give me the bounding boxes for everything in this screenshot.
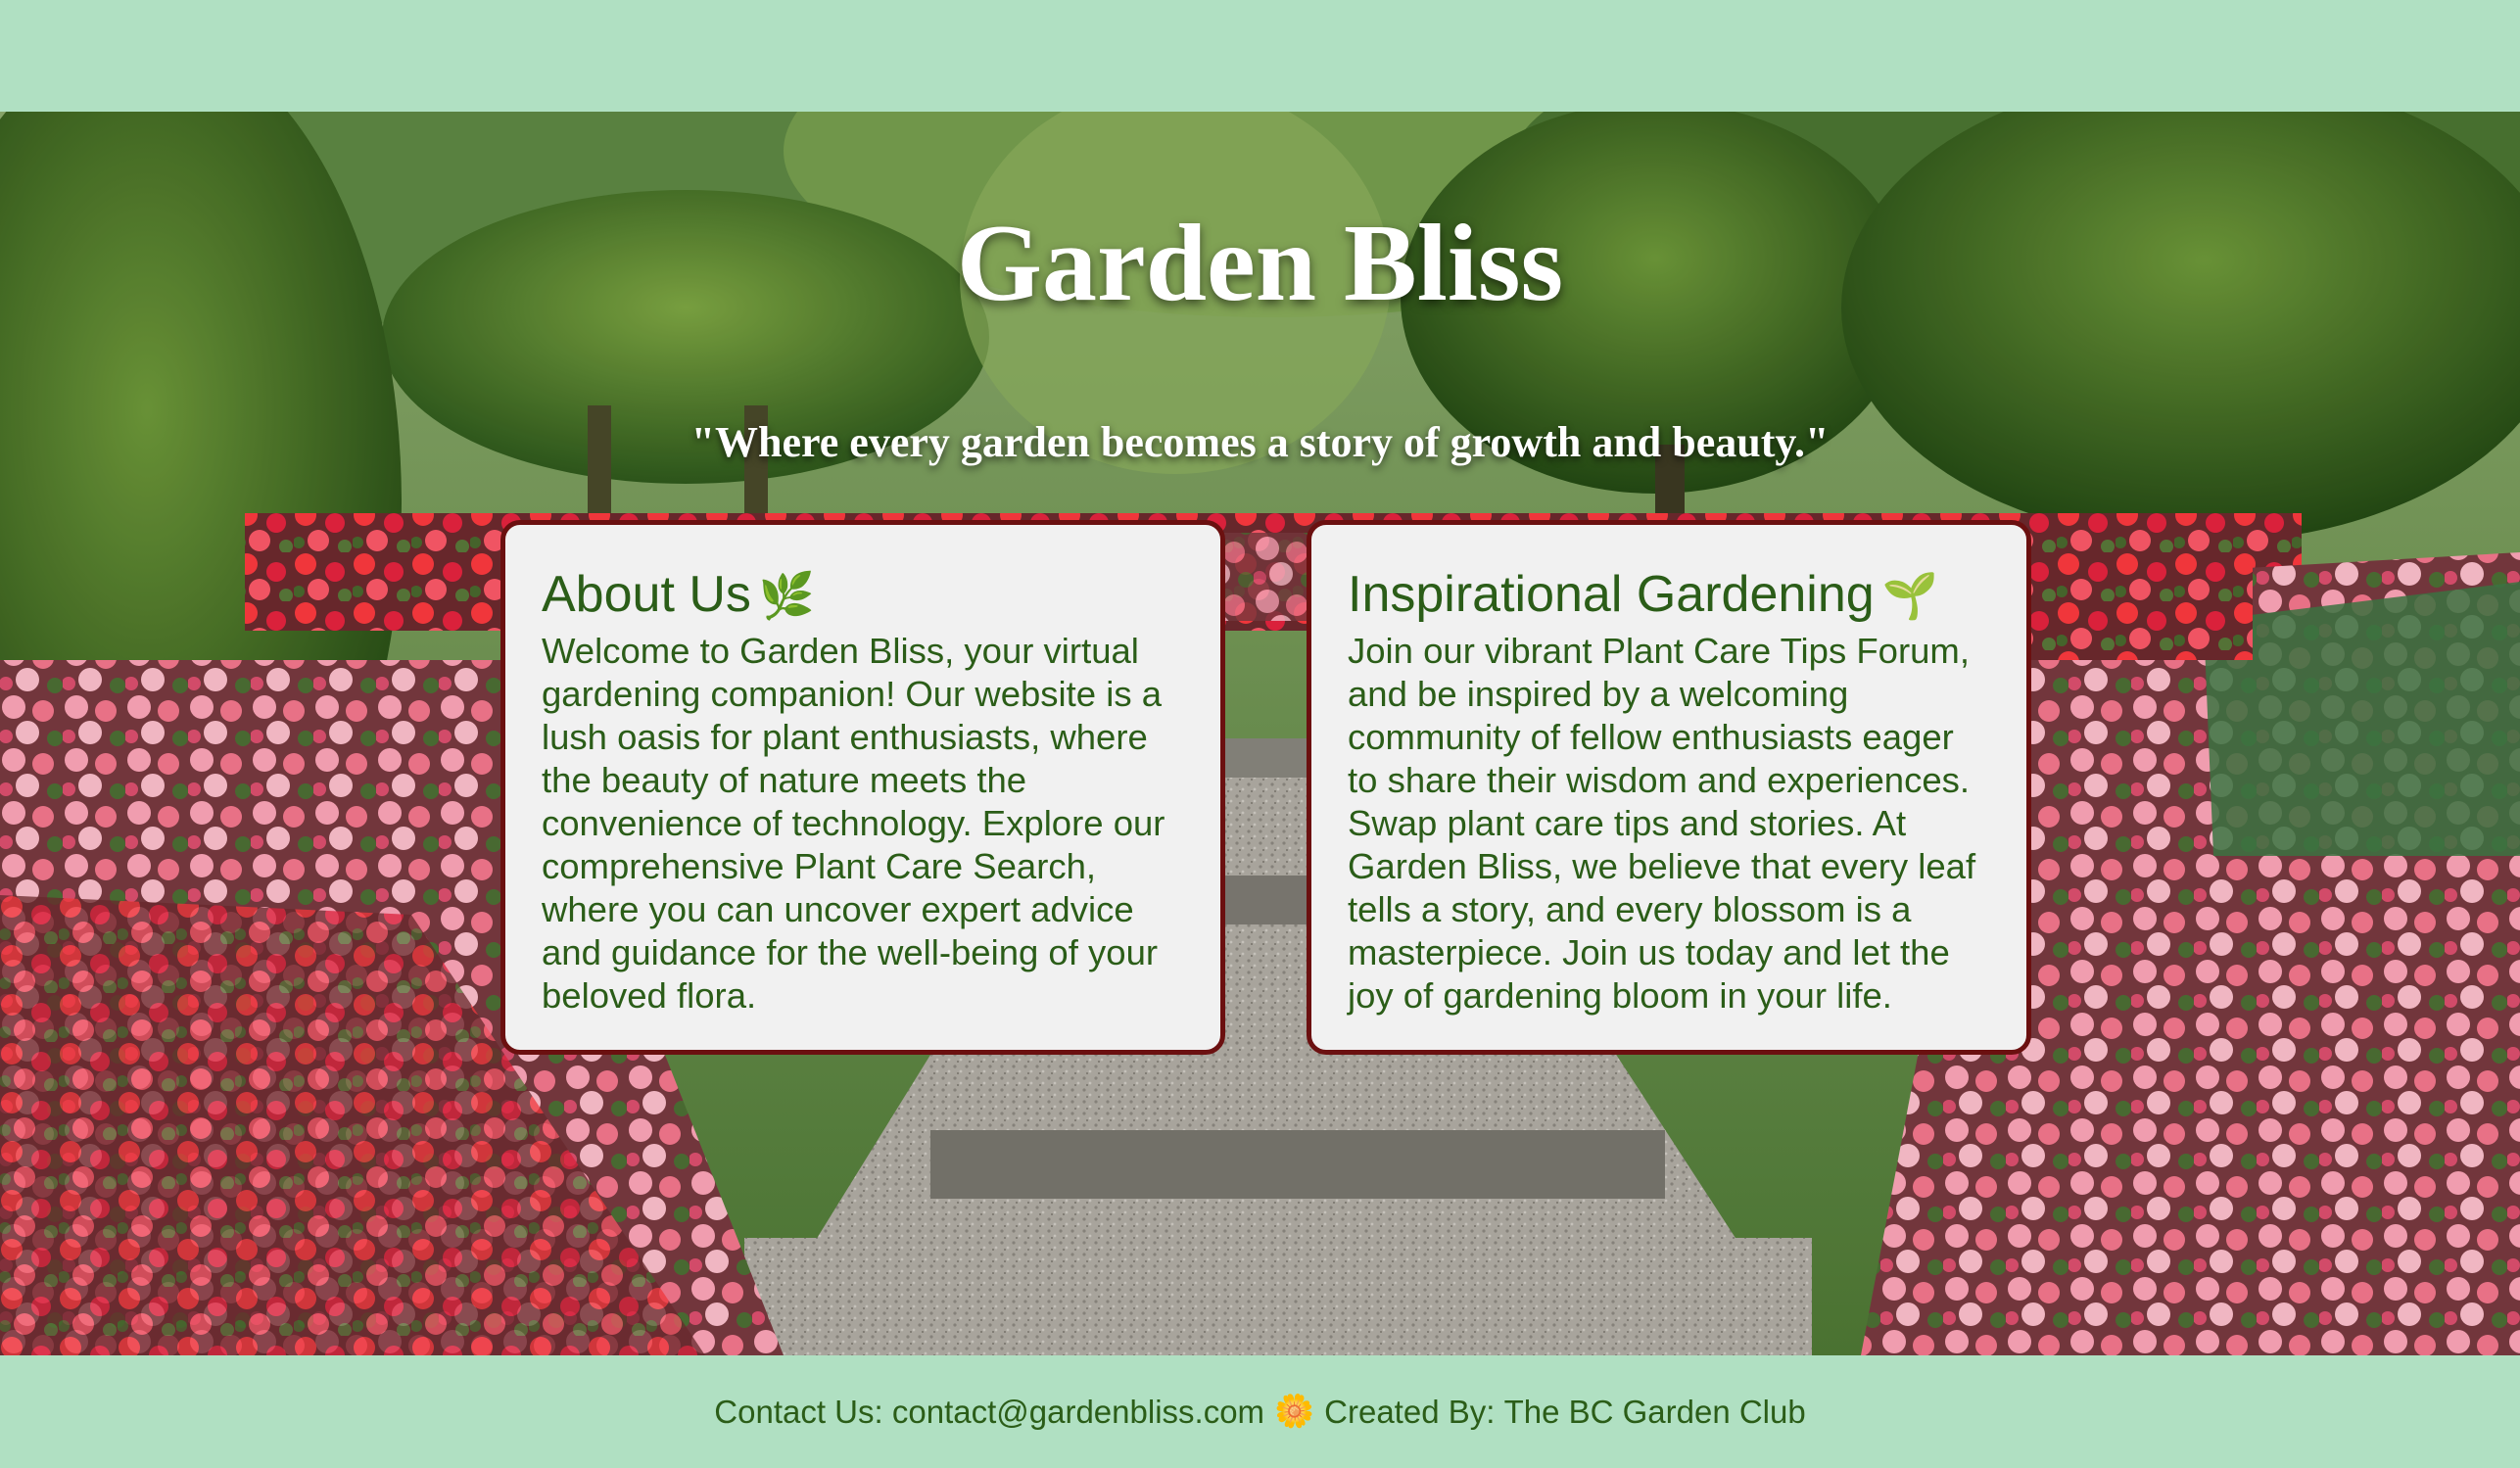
herb-icon: 🌿: [758, 570, 816, 621]
inspirational-gardening-heading: Inspirational Gardening 🌱: [1348, 568, 1991, 622]
inspirational-gardening-heading-text: Inspirational Gardening: [1348, 566, 1875, 623]
about-us-body: Welcome to Garden Bliss, your virtual ga…: [542, 630, 1165, 1016]
about-us-heading-text: About Us: [542, 566, 751, 623]
seedling-icon: 🌱: [1881, 570, 1938, 621]
about-us-card: About Us 🌿 Welcome to Garden Bliss, your …: [500, 520, 1225, 1055]
blossom-icon: 🌼: [1274, 1393, 1315, 1429]
footer-credit-label: Created By:: [1324, 1393, 1496, 1430]
about-us-heading: About Us 🌿: [542, 568, 1185, 622]
site-tagline: "Where every garden becomes a story of g…: [690, 418, 1830, 466]
inspirational-gardening-card: Inspirational Gardening 🌱 Join our vibran…: [1307, 520, 2031, 1055]
footer-credit-name: The BC Garden Club: [1503, 1393, 1806, 1430]
site-title: Garden Bliss: [956, 203, 1564, 324]
hero-section: Garden Bliss "Where every garden becomes…: [0, 112, 2520, 1355]
footer-email-link[interactable]: contact@gardenbliss.com: [892, 1394, 1264, 1431]
inspirational-gardening-body: Join our vibrant Plant Care Tips Forum, …: [1348, 630, 1976, 1016]
footer-contact-label: Contact Us:: [714, 1393, 883, 1430]
footer: Contact Us: contact@gardenbliss.com 🌼 Crea…: [0, 1355, 2520, 1468]
top-band: [0, 0, 2520, 112]
